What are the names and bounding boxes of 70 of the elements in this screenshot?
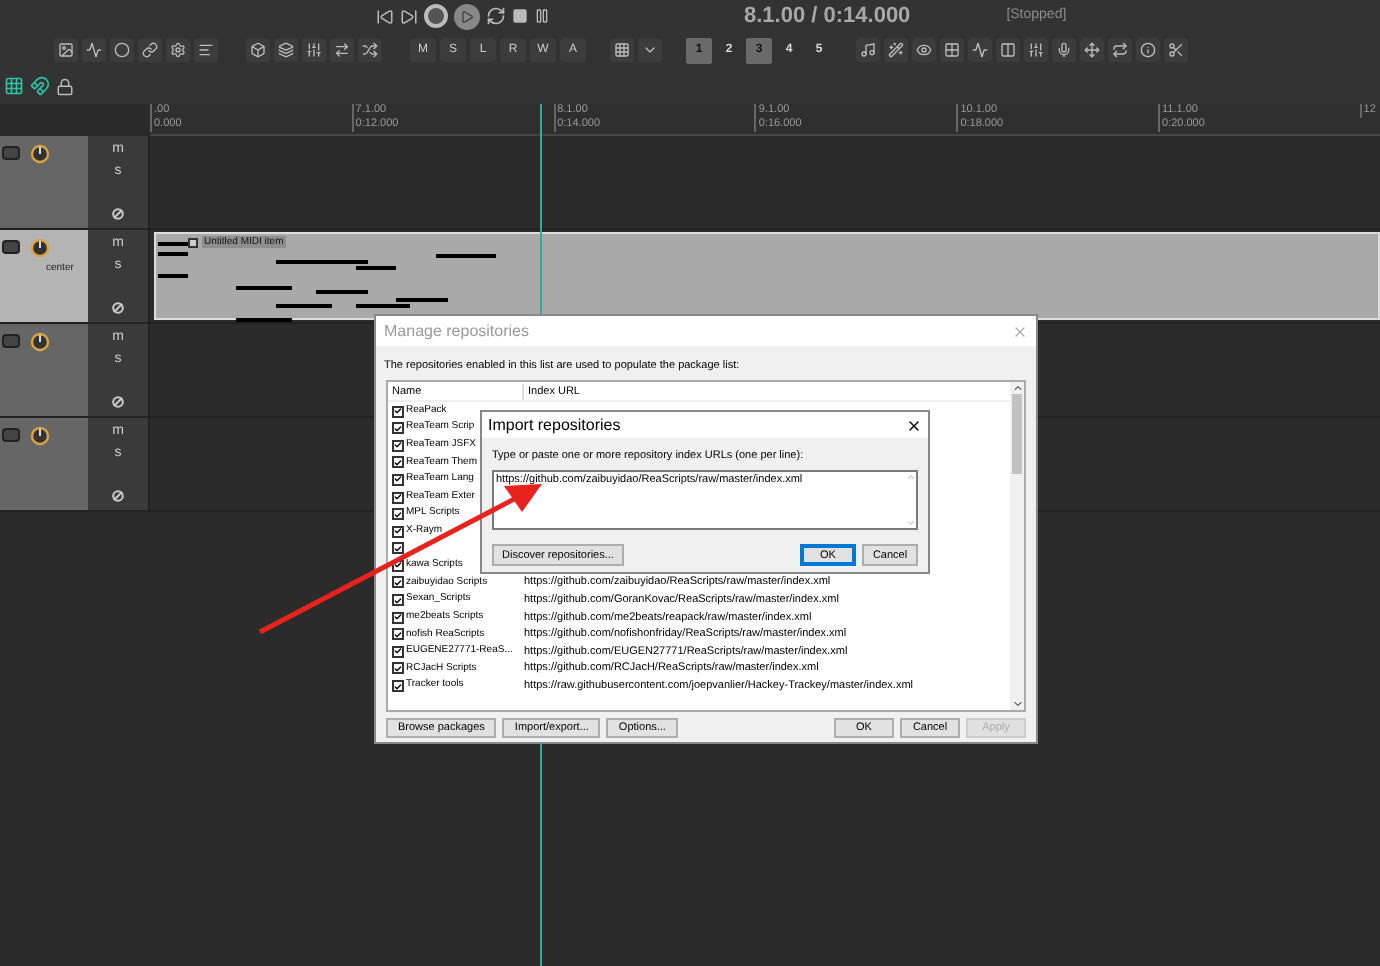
image-icon[interactable] xyxy=(54,38,78,62)
repository-checkbox[interactable] xyxy=(392,645,404,658)
dialog-title: Manage repositories xyxy=(384,319,529,343)
phase-icon[interactable] xyxy=(112,302,124,314)
stop-icon[interactable] xyxy=(512,8,528,24)
repository-checkbox[interactable] xyxy=(392,594,404,607)
repeat-icon[interactable] xyxy=(1108,38,1132,62)
repository-checkbox[interactable] xyxy=(392,456,404,469)
repository-checkbox[interactable] xyxy=(392,611,404,624)
pan-knob-icon[interactable] xyxy=(30,238,50,258)
magnet-icon[interactable] xyxy=(30,76,50,96)
repository-checkbox[interactable] xyxy=(392,473,404,486)
record-button[interactable] xyxy=(424,4,448,28)
pan-knob-icon[interactable] xyxy=(30,426,50,446)
scroll-up-icon[interactable] xyxy=(1011,382,1023,395)
skip-forward-icon[interactable] xyxy=(400,7,418,25)
settings-icon[interactable] xyxy=(166,38,190,62)
grid-icon[interactable] xyxy=(940,38,964,62)
mic-icon[interactable] xyxy=(1052,38,1076,62)
sliders-icon[interactable] xyxy=(302,38,326,62)
wave-icon[interactable] xyxy=(82,38,106,62)
wave-icon[interactable] xyxy=(968,38,992,62)
cube-icon[interactable] xyxy=(246,38,270,62)
move-icon[interactable] xyxy=(1080,38,1104,62)
record-arm-button[interactable] xyxy=(2,240,20,254)
repository-checkbox[interactable] xyxy=(392,491,404,504)
lock-icon[interactable] xyxy=(56,77,74,95)
pan-knob-icon[interactable] xyxy=(30,144,50,164)
arrows-icon[interactable] xyxy=(330,38,354,62)
wand-icon[interactable] xyxy=(884,38,908,62)
pause-icon[interactable] xyxy=(534,8,550,24)
scroll-down-icon[interactable] xyxy=(1011,698,1023,711)
phase-icon[interactable] xyxy=(112,396,124,408)
eye-icon[interactable] xyxy=(912,38,936,62)
repository-checkbox[interactable] xyxy=(392,662,404,675)
repository-checkbox[interactable] xyxy=(392,439,404,452)
phase-icon[interactable] xyxy=(112,208,124,220)
shuffle-icon[interactable] xyxy=(358,38,382,62)
info-icon[interactable] xyxy=(1136,38,1160,62)
sliders-icon[interactable] xyxy=(1024,38,1048,62)
item-icon xyxy=(188,237,198,247)
repository-checkbox[interactable] xyxy=(392,628,404,641)
music-icon[interactable] xyxy=(856,38,880,62)
play-icon xyxy=(460,9,474,23)
scrollbar[interactable] xyxy=(1010,382,1024,711)
dialog-title: Import repositories xyxy=(488,413,621,437)
play-button[interactable] xyxy=(454,3,480,29)
grid-icon[interactable] xyxy=(4,76,24,96)
repository-checkbox[interactable] xyxy=(392,405,404,418)
repository-checkbox[interactable] xyxy=(392,525,404,538)
columns-icon[interactable] xyxy=(996,38,1020,62)
time-display: 8.1.00 / 0:14.000 xyxy=(744,1,911,32)
grid-icon[interactable] xyxy=(610,38,634,62)
repository-checkbox[interactable] xyxy=(392,576,404,589)
repository-checkbox[interactable] xyxy=(392,508,404,521)
loop-icon[interactable] xyxy=(486,6,506,26)
close-icon[interactable] xyxy=(906,417,922,433)
list-icon[interactable] xyxy=(194,38,218,62)
scroll-down-icon[interactable] xyxy=(905,518,915,529)
caret-icon[interactable] xyxy=(638,38,662,62)
repository-checkbox[interactable] xyxy=(392,680,404,693)
scissors-icon[interactable] xyxy=(1164,38,1188,62)
link-icon[interactable] xyxy=(138,38,162,62)
repository-checkbox[interactable] xyxy=(392,422,404,435)
pan-knob-icon[interactable] xyxy=(30,332,50,352)
skip-back-icon[interactable] xyxy=(376,7,394,25)
repository-checkbox[interactable] xyxy=(392,542,404,555)
phase-icon[interactable] xyxy=(112,490,124,502)
circle-icon[interactable] xyxy=(110,38,134,62)
layers-icon[interactable] xyxy=(274,38,298,62)
